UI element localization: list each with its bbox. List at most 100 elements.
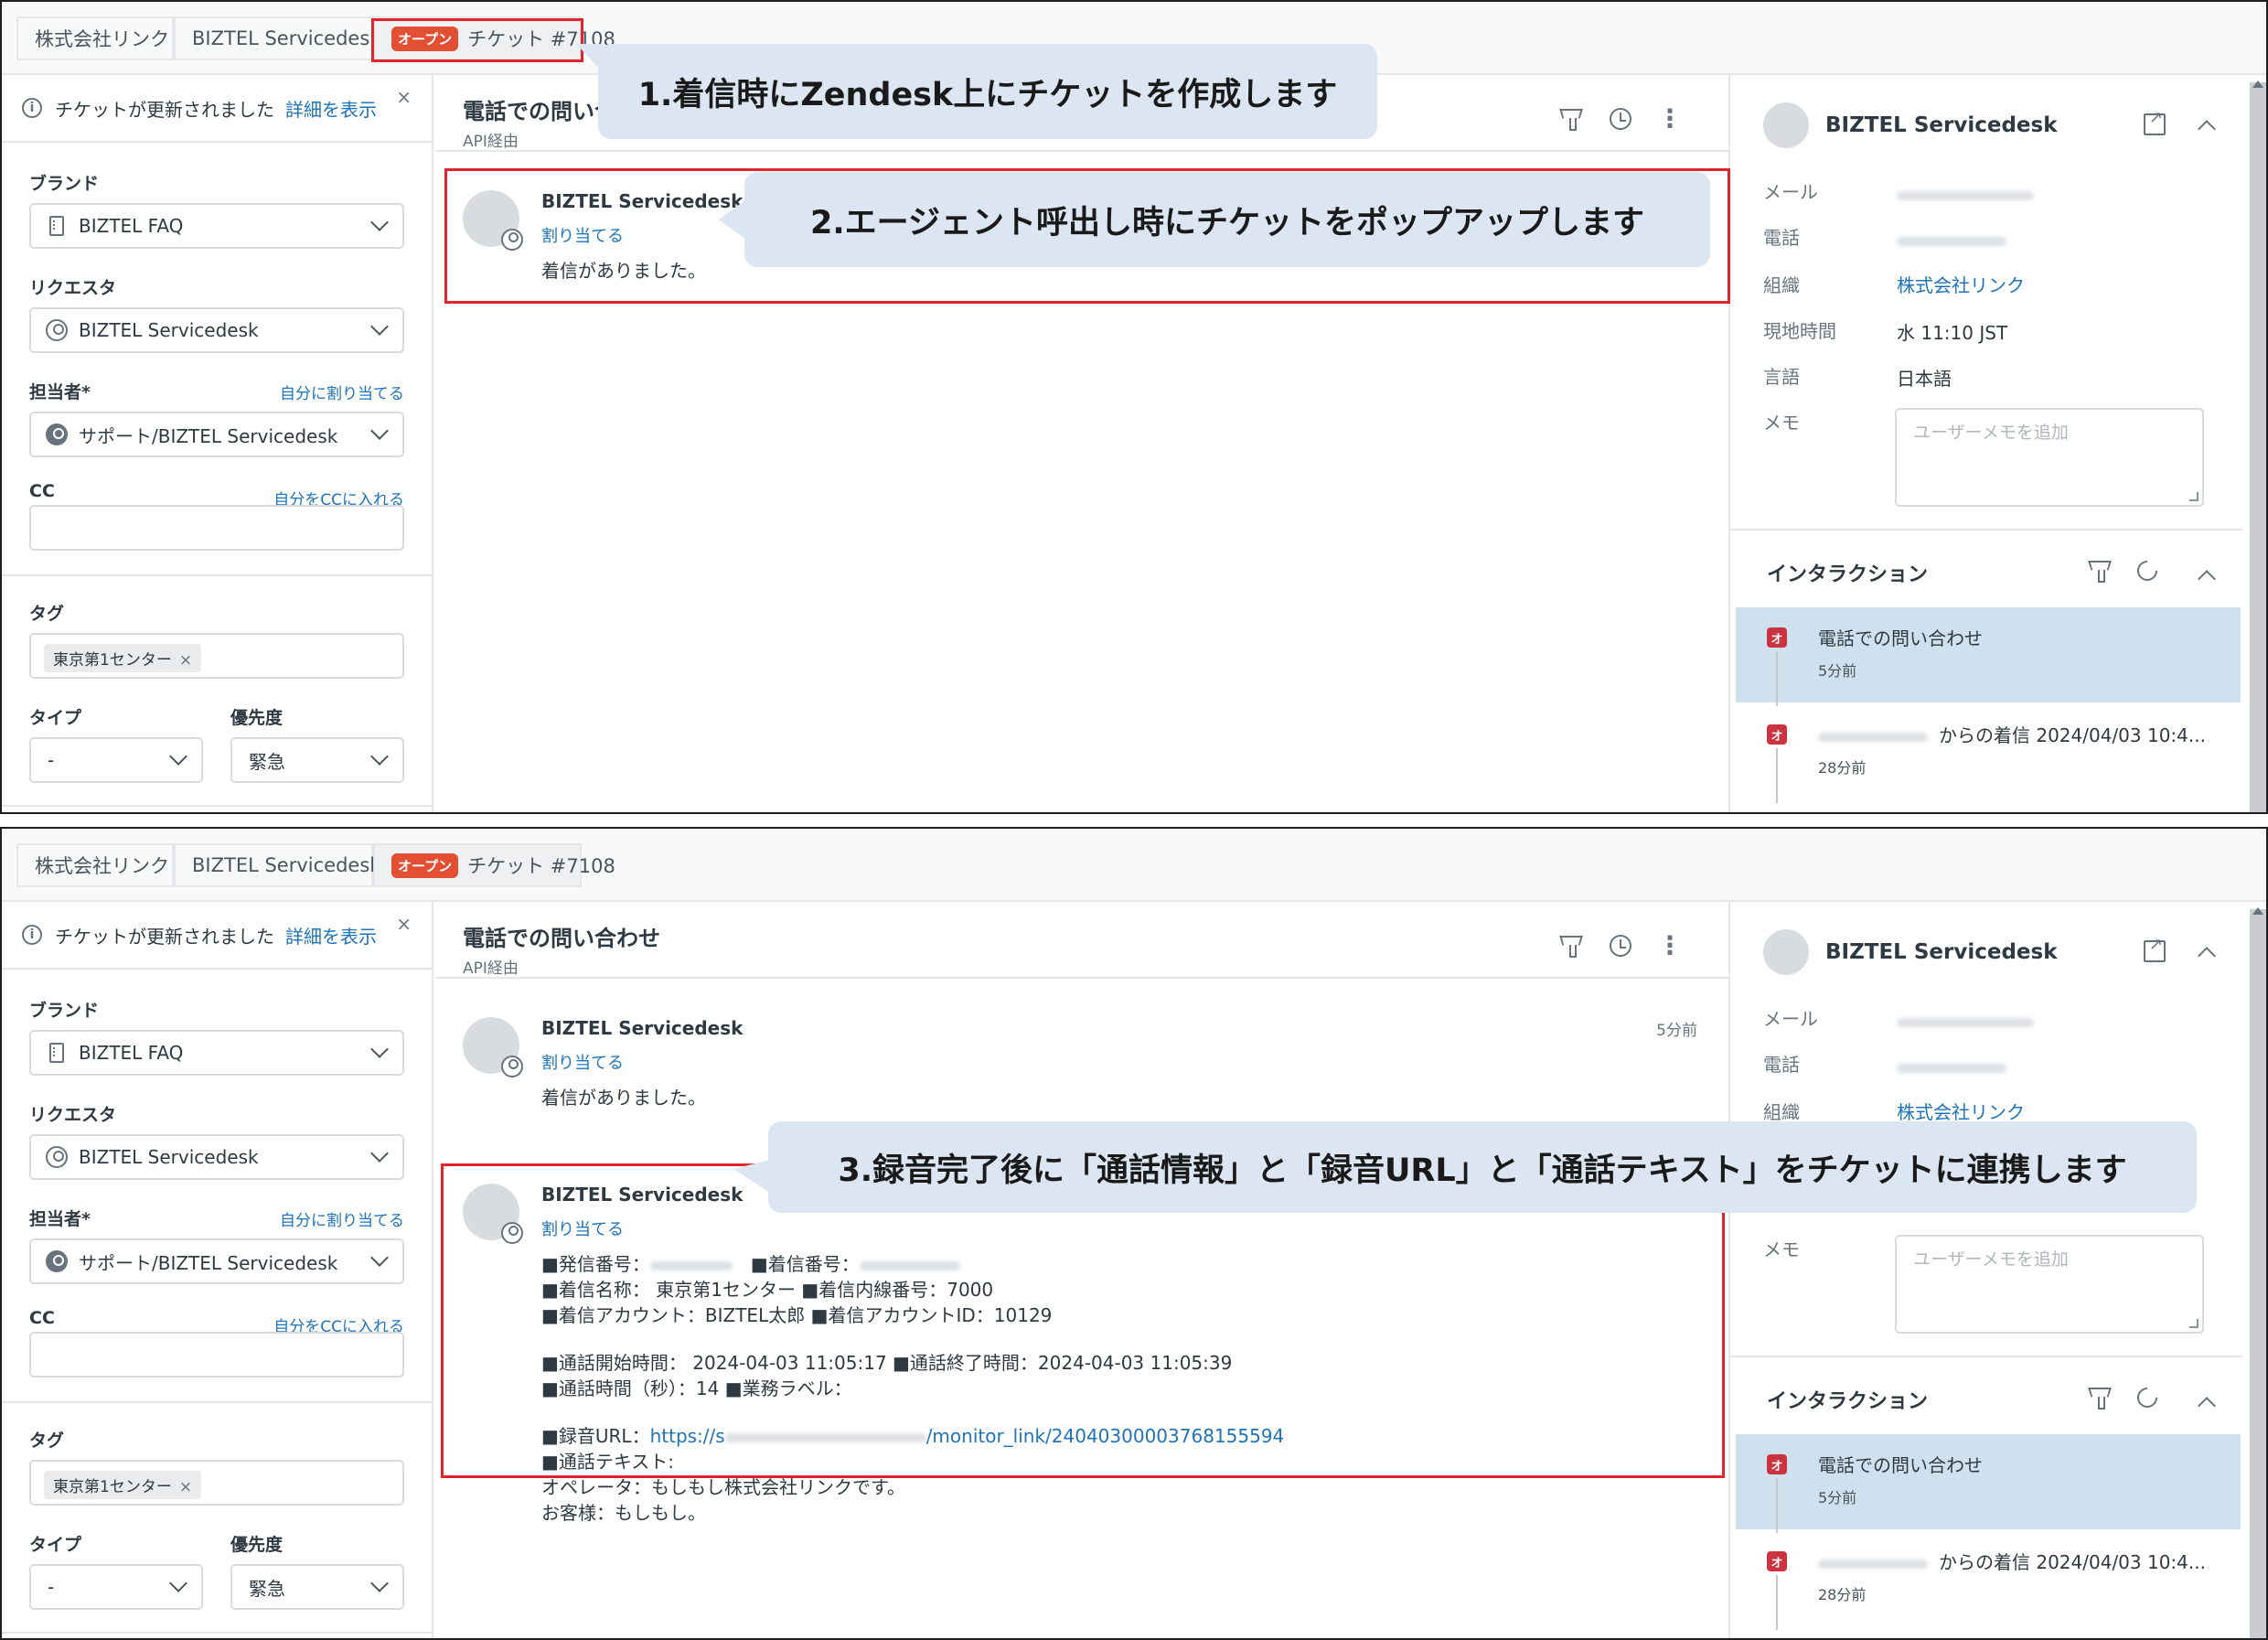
user-memo-input[interactable]: ユーザーメモを追加 [1895, 408, 2204, 507]
more-icon[interactable]: ⋮ [1657, 106, 1683, 132]
user-icon [46, 319, 68, 341]
more-icon[interactable]: ⋮ [1657, 933, 1683, 959]
chevron-up-icon[interactable] [2198, 120, 2216, 138]
ticket-open-icon: オ [1767, 724, 1787, 745]
requester-select[interactable]: BIZTEL Servicedesk [29, 307, 404, 353]
assignee-select[interactable]: サポート/BIZTEL Servicedesk [29, 1238, 404, 1284]
brand-select[interactable]: BIZTEL FAQ [29, 1030, 404, 1076]
filter-icon[interactable] [1558, 933, 1584, 959]
screenshot-call-details-synced: 株式会社リンク BIZTEL Servicedesk オープン チケット #710… [0, 827, 2268, 1640]
close-icon[interactable]: × [396, 86, 412, 108]
kebab-glyph: ⋮ [1657, 930, 1683, 960]
refresh-icon[interactable] [2133, 556, 2162, 585]
interaction-title: からの着信 2024/04/03 10:4... [1818, 721, 2206, 747]
chevron-down-icon [370, 1574, 389, 1592]
scroll-up-icon[interactable] [2252, 907, 2263, 915]
divider [2, 141, 432, 143]
type-value: - [48, 1576, 55, 1598]
type-select[interactable]: - [29, 737, 203, 783]
chevron-up-icon[interactable] [2198, 570, 2216, 588]
interaction-item[interactable]: オ 電話での問い合わせ 5分前 [1736, 1434, 2241, 1533]
assignee-value: サポート/BIZTEL Servicedesk [79, 1251, 338, 1274]
divider [2, 805, 432, 807]
resize-handle-icon[interactable] [2189, 492, 2198, 501]
timeline-line [1776, 1478, 1778, 1533]
requester-label: リクエスタ [29, 1105, 117, 1125]
type-select[interactable]: - [29, 1564, 203, 1610]
callout-step3: 3.録音完了後に「通話情報」と「録音URL」と「通話テキスト」をチケットに連携し… [733, 1121, 2197, 1213]
interaction-title: からの着信 2024/04/03 10:4... [1818, 1548, 2206, 1574]
history-icon[interactable] [1608, 933, 1633, 959]
priority-select[interactable]: 緊急 [230, 737, 404, 783]
tab-company[interactable]: 株式会社リンク [16, 16, 174, 60]
user-icon [46, 1146, 68, 1168]
tab-company-label: 株式会社リンク [35, 855, 169, 877]
brand-select[interactable]: BIZTEL FAQ [29, 203, 404, 249]
filter-icon[interactable] [2088, 560, 2112, 583]
requester-name: BIZTEL Servicedesk [1825, 113, 2058, 137]
info-icon: i [22, 925, 42, 945]
tab-company[interactable]: 株式会社リンク [16, 843, 174, 887]
interaction-item[interactable]: オ からの着信 2024/04/03 10:4... 28分前 [1736, 704, 2241, 803]
interaction-item[interactable]: オ 電話での問い合わせ 5分前 [1736, 607, 2241, 706]
chevron-down-icon [169, 747, 187, 766]
requester-select[interactable]: BIZTEL Servicedesk [29, 1134, 404, 1180]
interaction-item[interactable]: オ からの着信 2024/04/03 10:4... 28分前 [1736, 1531, 2241, 1630]
scrollbar[interactable] [2250, 907, 2266, 1638]
assignee-select[interactable]: サポート/BIZTEL Servicedesk [29, 412, 404, 457]
tag-remove-icon[interactable]: × [179, 1478, 192, 1496]
chevron-down-icon [370, 1040, 389, 1058]
tab-user[interactable]: BIZTEL Servicedesk [174, 843, 380, 887]
callout-step1-text: 1.着信時にZendesk上にチケットを作成します [637, 76, 1338, 113]
show-details-link[interactable]: 詳細を表示 [285, 922, 377, 949]
chevron-down-icon [370, 213, 389, 231]
interaction-title: 電話での問い合わせ [1818, 627, 1983, 649]
brand-value: BIZTEL FAQ [79, 215, 184, 237]
assign-to-me-link[interactable]: 自分に割り当てる [280, 381, 404, 403]
tab-user[interactable]: BIZTEL Servicedesk [174, 16, 380, 60]
avatar [1763, 929, 1809, 975]
resize-handle-icon[interactable] [2189, 1319, 2198, 1328]
filter-icon[interactable] [2088, 1387, 2112, 1410]
ticket-fields-panel: i チケットが更新されました 詳細を表示 × ブランド BIZTEL FAQ リ… [2, 902, 433, 1638]
ticket-title: 電話での問い合 [463, 99, 616, 124]
interactions-title: インタラクション [1767, 1390, 1929, 1413]
open-in-new-icon[interactable] [2144, 108, 2166, 135]
history-icon[interactable] [1608, 106, 1633, 132]
filter-icon[interactable] [1558, 106, 1584, 132]
priority-select[interactable]: 緊急 [230, 1564, 404, 1610]
open-in-new-icon[interactable] [2144, 935, 2166, 962]
refresh-icon[interactable] [2133, 1383, 2162, 1412]
tag-remove-icon[interactable]: × [179, 651, 192, 670]
divider [2, 968, 432, 970]
close-icon[interactable]: × [396, 913, 412, 935]
org-link[interactable]: 株式会社リンク [1897, 1098, 2025, 1124]
screenshot-ticket-creation: 株式会社リンク BIZTEL Servicedesk オープン チケット #710… [0, 0, 2268, 814]
cc-label: CC [29, 481, 55, 501]
email-value-redacted [1897, 1010, 2034, 1032]
interaction-time: 5分前 [1818, 1489, 1857, 1506]
tags-input[interactable]: 東京第1センター × [29, 1460, 404, 1506]
org-label: 組織 [1763, 274, 1800, 296]
assign-link[interactable]: 割り当てる [541, 1050, 624, 1074]
message-body: 着信がありました。 [541, 1085, 706, 1110]
show-details-link[interactable]: 詳細を表示 [285, 95, 377, 122]
assign-to-me-link[interactable]: 自分に割り当てる [280, 1207, 404, 1230]
ticket-open-icon: オ [1767, 1551, 1787, 1571]
user-memo-input[interactable]: ユーザーメモを追加 [1895, 1235, 2204, 1334]
chevron-up-icon[interactable] [2198, 947, 2216, 965]
timeline-line [1776, 748, 1778, 803]
assignee-value: サポート/BIZTEL Servicedesk [79, 424, 338, 447]
message-author: BIZTEL Servicedesk [541, 1017, 744, 1039]
tags-input[interactable]: 東京第1センター × [29, 633, 404, 679]
org-link[interactable]: 株式会社リンク [1897, 271, 2025, 297]
cc-input[interactable] [29, 505, 404, 551]
type-label: タイプ [29, 1535, 82, 1555]
cc-input[interactable] [29, 1332, 404, 1377]
scrollbar[interactable] [2250, 80, 2266, 812]
chevron-up-icon[interactable] [2198, 1397, 2216, 1415]
scroll-up-icon[interactable] [2252, 80, 2263, 88]
requester-value: BIZTEL Servicedesk [79, 319, 259, 341]
transcript-customer: お客様：もしもし。 [541, 1502, 706, 1524]
tab-ticket[interactable]: オープン チケット #7108 [373, 843, 615, 887]
